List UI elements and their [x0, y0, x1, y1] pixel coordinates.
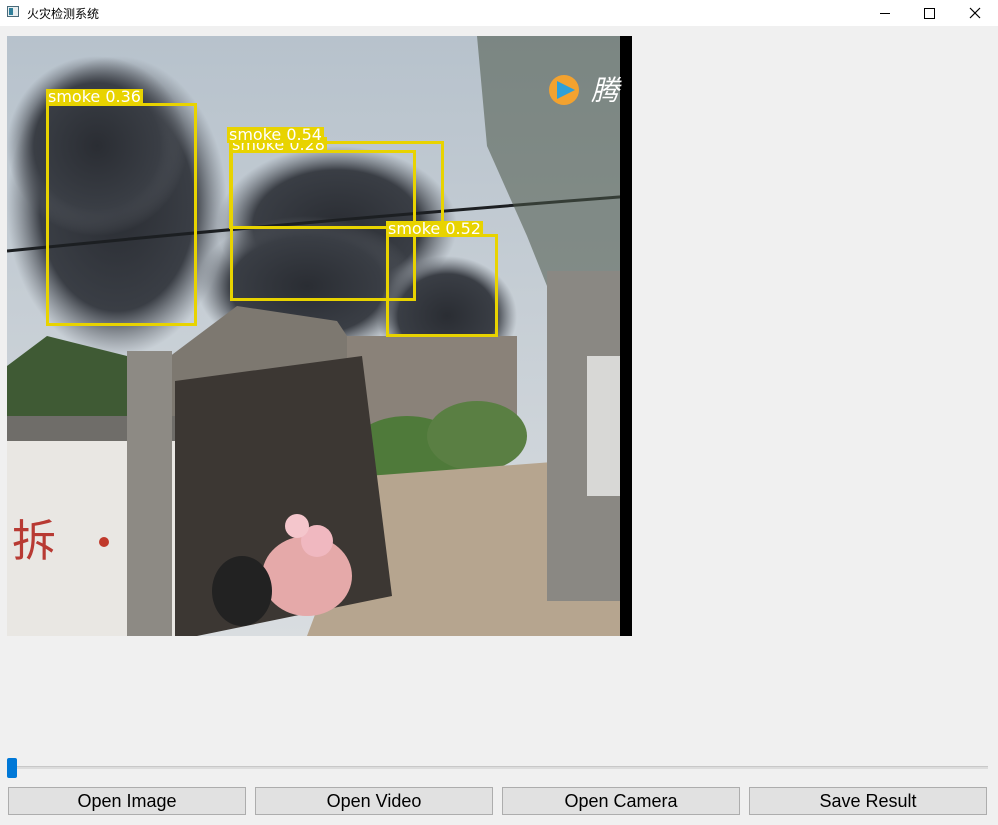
minimize-button[interactable] — [862, 0, 908, 26]
save-result-button[interactable]: Save Result — [749, 787, 987, 815]
watermark-logo-icon — [549, 75, 579, 105]
window-title: 火灾检测系统 — [27, 7, 100, 21]
progress-slider-track[interactable] — [8, 766, 988, 769]
close-icon — [969, 7, 981, 19]
close-button[interactable] — [952, 0, 998, 26]
open-video-button[interactable]: Open Video — [255, 787, 493, 815]
title-bar: 火灾检测系统 — [0, 0, 998, 26]
progress-slider-handle[interactable] — [7, 758, 17, 778]
open-camera-button[interactable]: Open Camera — [502, 787, 740, 815]
maximize-button[interactable] — [906, 0, 952, 26]
maximize-icon — [923, 7, 935, 19]
svg-text:拆: 拆 — [12, 516, 56, 567]
app-icon — [7, 6, 19, 17]
open-image-button[interactable]: Open Image — [8, 787, 246, 815]
minimize-icon — [880, 13, 890, 14]
detection-label: smoke 0.54 — [227, 125, 324, 144]
detection-image-display: 拆 腾 smoke 0.36 smoke 0.28 smoke 0.54 smo… — [7, 36, 632, 636]
detection-label: smoke 0.36 — [46, 87, 143, 106]
detection-box — [46, 103, 197, 326]
detection-label: smoke 0.52 — [386, 219, 483, 238]
detection-box — [386, 234, 498, 337]
watermark-text: 腾 — [591, 74, 622, 107]
